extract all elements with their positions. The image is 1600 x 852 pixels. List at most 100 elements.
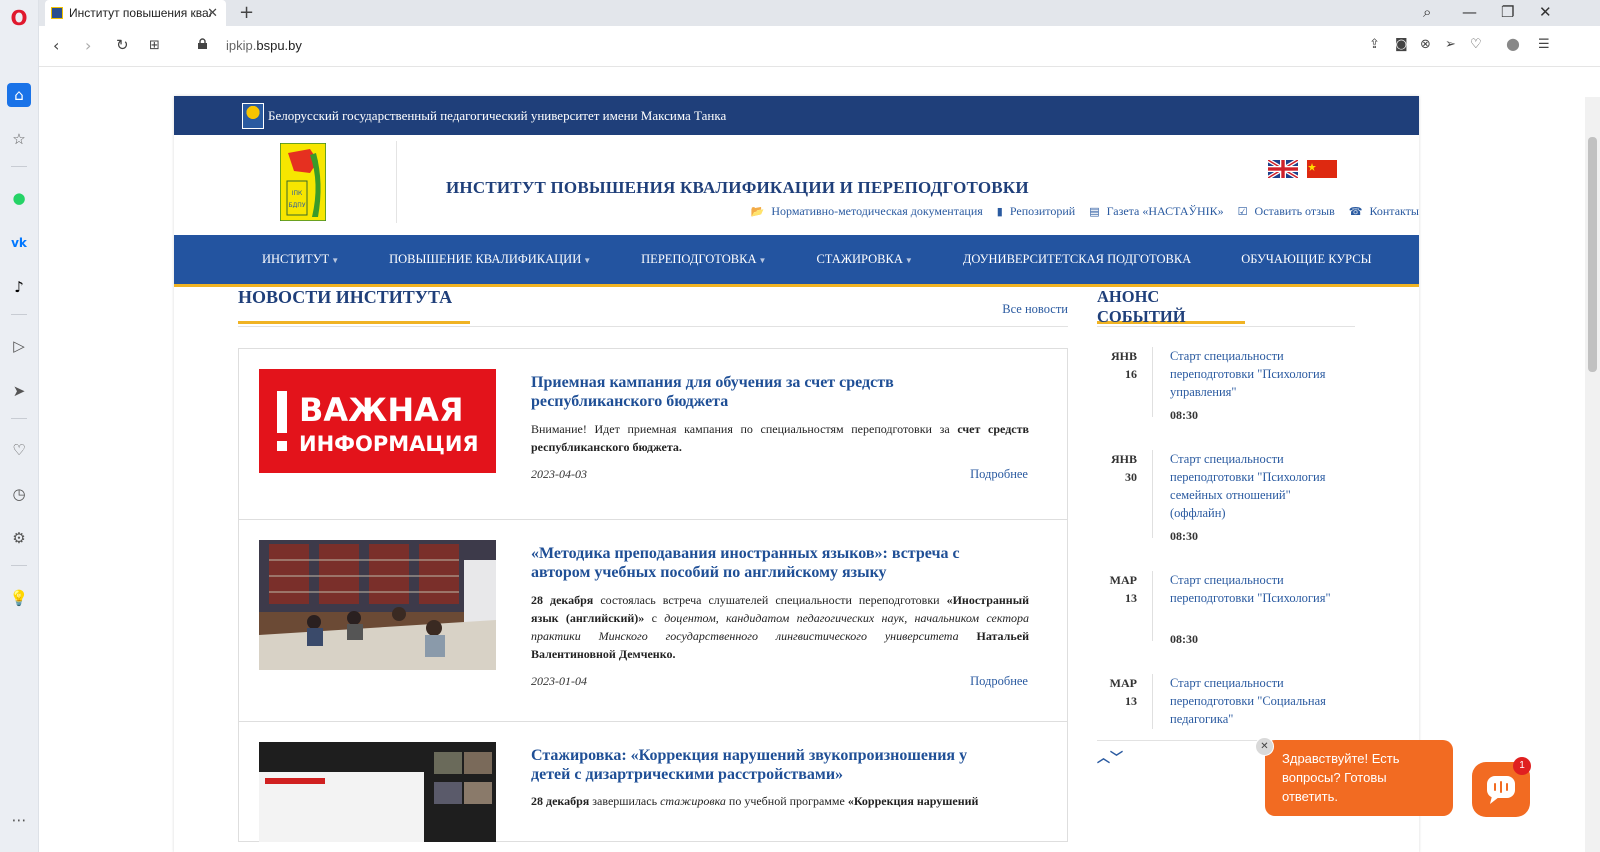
adblock-icon[interactable]: ⊗ <box>1420 37 1431 52</box>
news-title-link[interactable]: Приемная кампания для обучения за счет с… <box>531 373 1001 411</box>
event-date: ЯНВ 30 <box>1110 452 1137 484</box>
tips-lightbulb-icon[interactable]: 💡 <box>7 586 31 610</box>
news-excerpt: Внимание! Идет приемная кампания по спец… <box>531 422 1029 454</box>
meeting-photo-image[interactable] <box>259 540 496 670</box>
bookmarks-star-icon[interactable]: ☆ <box>7 127 31 151</box>
restore-icon[interactable]: ❐ <box>1501 3 1514 21</box>
nav-pre-university[interactable]: ДОУНИВЕРСИТЕТСКАЯ ПОДГОТОВКА <box>963 252 1191 267</box>
institute-title[interactable]: ИНСТИТУТ ПОВЫШЕНИЯ КВАЛИФИКАЦИИ И ПЕРЕПО… <box>446 178 1029 198</box>
english-flag-icon[interactable] <box>1268 160 1298 178</box>
event-title-link[interactable]: Старт специальности переподготовки "Псих… <box>1170 571 1340 607</box>
chat-greeting-bubble[interactable]: Здравствуйте! Есть вопросы? Готовы ответ… <box>1265 740 1453 816</box>
news-card: «Методика преподавания иностранных языко… <box>238 520 1068 722</box>
tab-close-icon[interactable]: ✕ <box>207 5 218 21</box>
chevron-down-icon: ▼ <box>904 256 913 265</box>
news-card: Стажировка: «Коррекция нарушений звукопр… <box>238 722 1068 842</box>
minimize-icon[interactable]: — <box>1462 3 1477 21</box>
news-section: НОВОСТИ ИНСТИТУТА Все новости ВАЖНАЯ ИНФ… <box>238 287 1068 842</box>
tab-favicon-icon <box>51 7 63 19</box>
news-title-link[interactable]: Стажировка: «Коррекция нарушений звукопр… <box>531 746 1001 784</box>
news-date: 2023-04-03 <box>531 467 587 481</box>
link-normative-docs[interactable]: 📂 Нормативно-методическая документация <box>751 204 983 219</box>
news-excerpt: 28 декабря завершилась стажировка по уче… <box>531 794 979 808</box>
nav-internship[interactable]: СТАЖИРОВКА ▼ <box>816 252 912 267</box>
new-tab-button[interactable]: + <box>239 2 254 23</box>
news-title-link[interactable]: «Методика преподавания иностранных языко… <box>531 544 1001 582</box>
share-icon[interactable]: ⇪ <box>1369 37 1380 52</box>
home-icon[interactable]: ⌂ <box>7 83 31 107</box>
university-strip: Белорусский государственный педагогическ… <box>174 96 1419 135</box>
university-logo-icon <box>242 102 264 129</box>
history-clock-icon[interactable]: ◷ <box>7 482 31 506</box>
folder-icon: 📂 <box>750 205 765 218</box>
event-time: 08:30 <box>1170 408 1198 422</box>
opera-logo-icon[interactable]: O <box>7 6 31 30</box>
link-newspaper[interactable]: ▤ Газета «НАСТАЎНІК» <box>1089 204 1223 219</box>
chinese-flag-icon[interactable] <box>1307 160 1337 178</box>
link-repository[interactable]: ▮ Репозиторий <box>997 204 1075 219</box>
scrollbar[interactable] <box>1585 97 1600 852</box>
back-icon[interactable]: ‹ <box>53 36 59 55</box>
flow-send-icon[interactable]: ➤ <box>7 379 31 403</box>
forward-icon[interactable]: › <box>85 36 91 55</box>
nav-qualification[interactable]: ПОВЫШЕНИЕ КВАЛИФИКАЦИИ ▼ <box>389 252 591 267</box>
player-icon[interactable]: ▷ <box>7 334 31 358</box>
news-excerpt: 28 декабря состоялась встреча слушателей… <box>531 593 1029 661</box>
svg-text:ИНФОРМАЦИЯ: ИНФОРМАЦИЯ <box>299 432 479 456</box>
newspaper-icon: ▤ <box>1089 205 1100 218</box>
settings-gear-icon[interactable]: ⚙ <box>7 526 31 550</box>
event-time: 08:30 <box>1170 632 1198 646</box>
favorites-heart-icon[interactable]: ♡ <box>7 438 31 462</box>
heart-icon[interactable]: ♡ <box>1470 37 1482 52</box>
tabs-grid-icon[interactable]: ⊞ <box>149 38 160 53</box>
reload-icon[interactable]: ↻ <box>116 36 129 54</box>
more-dots-icon[interactable]: ⋯ <box>7 808 31 832</box>
site-header: ІПК БДПУ ИНСТИТУТ ПОВЫШЕНИЯ КВАЛИФИКАЦИИ… <box>174 135 1419 235</box>
language-switcher <box>1268 160 1337 178</box>
phone-icon: ☎ <box>1348 205 1363 218</box>
event-time: 08:30 <box>1170 529 1198 543</box>
read-more-link[interactable]: Подробнее <box>970 674 1028 689</box>
chevron-down-icon: ▼ <box>583 256 592 265</box>
event-title-link[interactable]: Старт специальности переподготовки "Псих… <box>1170 450 1340 522</box>
all-news-link[interactable]: Все новости <box>1002 302 1068 317</box>
url-field[interactable]: ipkip.bspu.by <box>226 38 302 53</box>
easy-setup-menu-icon[interactable]: ☰ <box>1538 37 1550 52</box>
vk-icon[interactable]: vk <box>7 231 31 255</box>
chevron-down-icon: ▼ <box>758 256 767 265</box>
nav-institute[interactable]: ИНСТИТУТ ▼ <box>262 252 339 267</box>
check-icon: ☑ <box>1237 205 1248 218</box>
scrollbar-thumb[interactable] <box>1588 137 1597 372</box>
chat-close-icon[interactable]: ✕ <box>1255 737 1274 756</box>
send-icon[interactable]: ➢ <box>1445 37 1456 52</box>
main-nav: ИНСТИТУТ ▼ ПОВЫШЕНИЕ КВАЛИФИКАЦИИ ▼ ПЕРЕПО… <box>174 235 1419 287</box>
university-name[interactable]: Белорусский государственный педагогическ… <box>268 108 726 124</box>
important-info-image[interactable]: ВАЖНАЯ ИНФОРМАЦИЯ <box>259 369 496 473</box>
event-title-link[interactable]: Старт специальности переподготовки "Соци… <box>1170 674 1340 728</box>
close-window-icon[interactable]: ✕ <box>1539 3 1552 21</box>
address-bar: ‹ › ↻ ⊞ ipkip.bspu.by ⇪ ◙ ⊗ ➢ ♡ ● ☰ <box>39 26 1600 66</box>
page-viewport: Белорусский государственный педагогическ… <box>39 66 1600 852</box>
event-date: МАР 13 <box>1109 573 1137 605</box>
read-more-link[interactable]: Подробнее <box>970 467 1028 482</box>
link-contacts[interactable]: ☎ Контакты <box>1349 204 1419 219</box>
nav-retraining[interactable]: ПЕРЕПОДГОТОВКА ▼ <box>641 252 766 267</box>
nav-courses[interactable]: ОБУЧАЮЩИЕ КУРСЫ <box>1241 252 1371 267</box>
svg-text:БДПУ: БДПУ <box>289 202 306 209</box>
chevron-down-icon: ▼ <box>331 256 340 265</box>
news-card: ВАЖНАЯ ИНФОРМАЦИЯ Приемная кампания для … <box>238 348 1068 520</box>
top-links: 📂 Нормативно-методическая документация ▮ Р… <box>751 204 1419 219</box>
internship-screen-image[interactable] <box>259 742 496 842</box>
tiktok-icon[interactable]: ♪ <box>7 275 31 299</box>
snapshot-camera-icon[interactable]: ◙ <box>1395 37 1408 52</box>
site-container: Белорусский государственный педагогическ… <box>174 96 1419 852</box>
search-icon[interactable]: ⌕ <box>1423 3 1431 21</box>
browser-sidebar: O ⌂ ☆ ● vk ♪ ▷ ➤ ♡ ◷ ⚙ 💡 ⋯ <box>0 0 39 852</box>
active-tab[interactable]: Институт повышения квалификации и перепо… <box>45 0 226 26</box>
event-title-link[interactable]: Старт специальности переподготовки "Псих… <box>1170 347 1340 401</box>
profile-avatar-icon[interactable]: ● <box>1506 34 1520 53</box>
whatsapp-icon[interactable]: ● <box>7 186 31 210</box>
event-date: МАР 13 <box>1109 676 1137 708</box>
ipk-bspu-emblem-icon[interactable]: ІПК БДПУ <box>280 143 326 221</box>
link-feedback[interactable]: ☑ Оставить отзыв <box>1238 204 1335 219</box>
